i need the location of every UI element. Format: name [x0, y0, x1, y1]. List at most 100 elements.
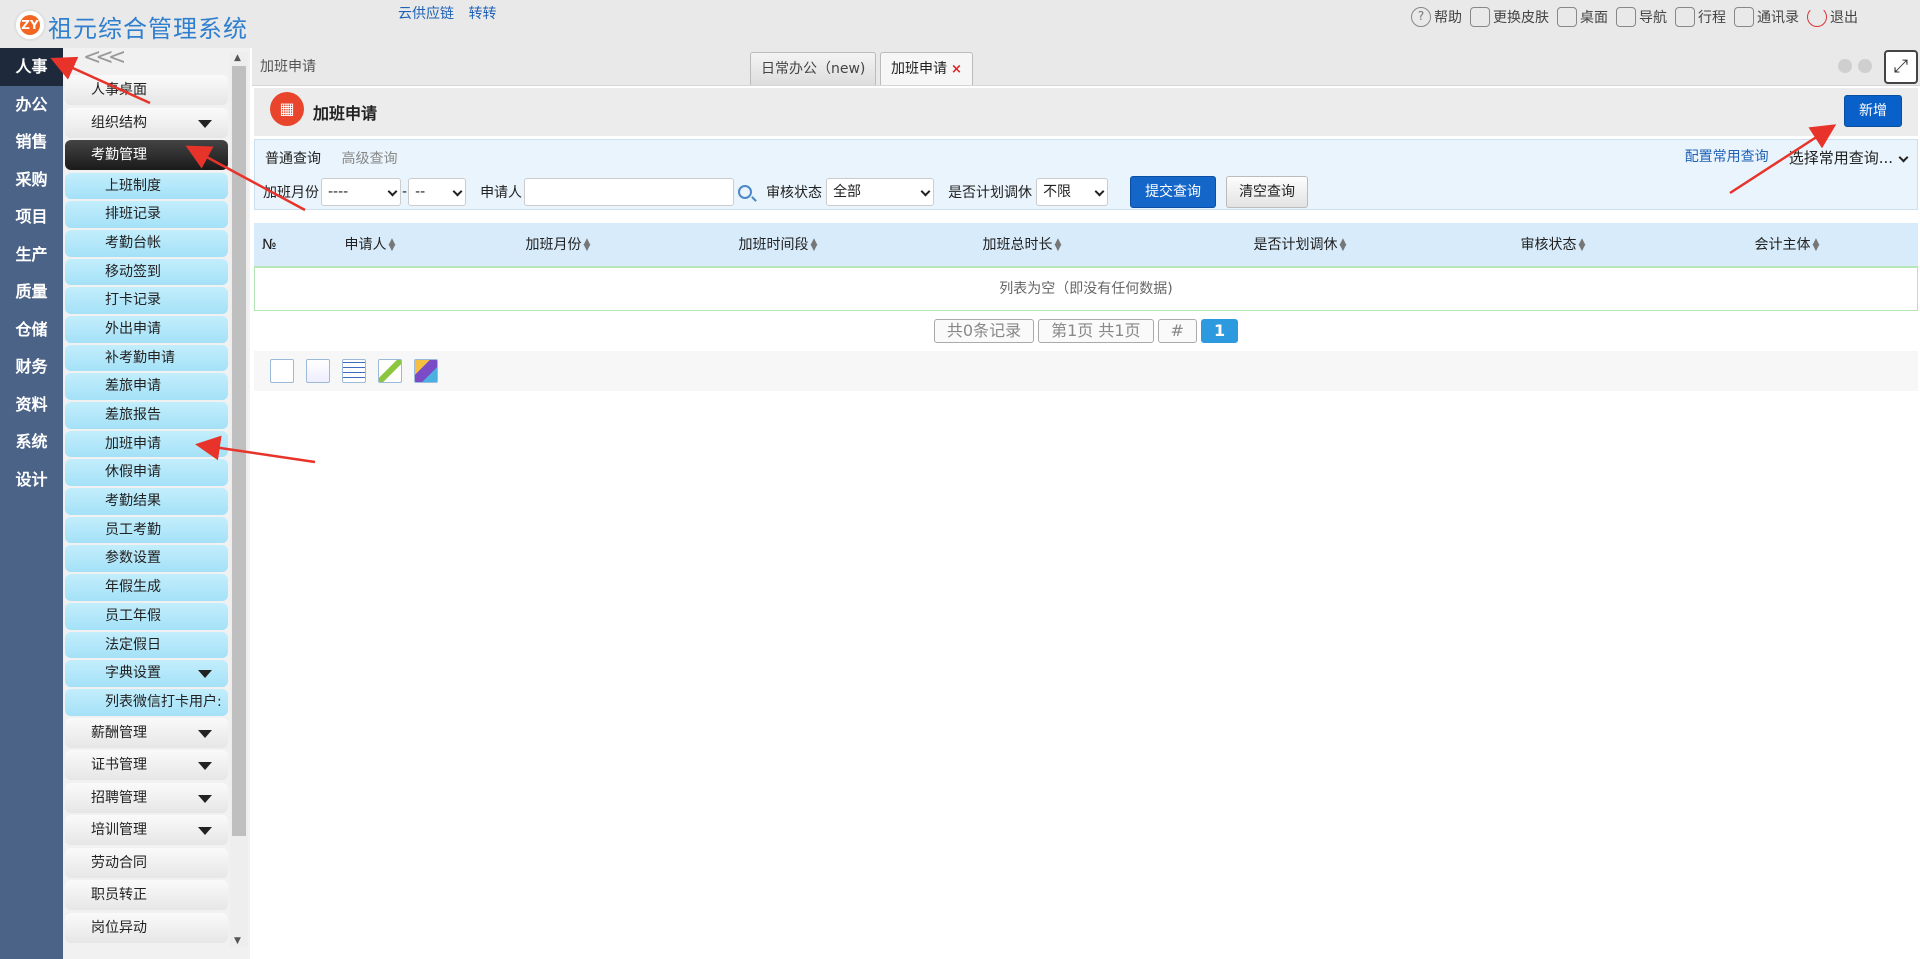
- scrollbar-thumb[interactable]: [232, 66, 246, 836]
- sidebar-menu-item[interactable]: 考勤管理: [65, 140, 228, 170]
- sidebar-menu-item[interactable]: 招聘管理: [65, 782, 228, 813]
- sidebar-menu-item[interactable]: 上班制度: [65, 172, 228, 200]
- sidebar-menu-item[interactable]: 年假生成: [65, 574, 228, 601]
- tab-daily-office[interactable]: 日常办公（new): [750, 52, 877, 85]
- sidebar-menu-item[interactable]: 岗位异动: [65, 912, 228, 943]
- sidebar-menu-item[interactable]: 排班记录: [65, 201, 228, 228]
- search-icon[interactable]: [738, 185, 753, 199]
- col-status[interactable]: 审核状态 ▲ ▼: [1450, 223, 1656, 266]
- rail-item-hr[interactable]: 人事: [0, 48, 63, 86]
- close-tab-icon[interactable]: ×: [951, 62, 962, 77]
- rail-item-production[interactable]: 生产: [0, 236, 63, 274]
- status-select[interactable]: 全部: [826, 178, 935, 206]
- rail-item-warehouse[interactable]: 仓储: [0, 311, 63, 349]
- pager-jump[interactable]: #: [1157, 319, 1197, 343]
- blank-page-icon[interactable]: [306, 359, 330, 383]
- table-icon[interactable]: [342, 359, 366, 383]
- link-cloud-supply[interactable]: 云供应链: [398, 6, 454, 22]
- rail-item-quality[interactable]: 质量: [0, 273, 63, 311]
- sidebar-menu-item[interactable]: 证书管理: [65, 750, 228, 781]
- submit-query-button[interactable]: 提交查询: [1130, 176, 1217, 208]
- rail-item-finance[interactable]: 财务: [0, 348, 63, 386]
- applicant-input[interactable]: [524, 178, 735, 206]
- select-all-icon[interactable]: [270, 359, 294, 383]
- sidebar-menu-item[interactable]: 补考勤申请: [65, 344, 228, 372]
- help-button[interactable]: ? 帮助: [1411, 7, 1462, 27]
- sidebar-menu-item[interactable]: 考勤台帐: [65, 229, 228, 257]
- col-month[interactable]: 加班月份 ▲ ▼: [454, 223, 662, 266]
- col-applicant[interactable]: 申请人 ▲ ▼: [286, 223, 454, 266]
- puzzle-icon[interactable]: [414, 359, 438, 383]
- rail-item-design[interactable]: 设计: [0, 461, 63, 499]
- col-entity[interactable]: 会计主体 ▲ ▼: [1656, 223, 1918, 266]
- col-time-range[interactable]: 加班时间段 ▲ ▼: [662, 223, 894, 266]
- rail-item-office[interactable]: 办公: [0, 86, 63, 124]
- config-query-link[interactable]: 配置常用查询: [1685, 146, 1769, 166]
- edit-icon[interactable]: [378, 359, 402, 383]
- caret-down-icon[interactable]: [198, 729, 212, 738]
- tab-overtime-request[interactable]: 加班申请 ×: [880, 52, 973, 85]
- tab-next-icon[interactable]: [1858, 59, 1872, 73]
- sidebar-menu-item[interactable]: 加班申请: [65, 430, 228, 458]
- sidebar-menu-item[interactable]: 参数设置: [65, 545, 228, 573]
- sidebar-menu-item[interactable]: 职员转正: [65, 880, 228, 911]
- sidebar-menu-item[interactable]: 劳动合同: [65, 847, 228, 878]
- planned-select[interactable]: 不限: [1036, 178, 1109, 206]
- scroll-down-icon[interactable]: ▼: [234, 936, 241, 946]
- add-button[interactable]: 新增: [1844, 95, 1902, 127]
- caret-down-icon[interactable]: [198, 670, 212, 679]
- logout-button[interactable]: 退出: [1807, 7, 1858, 27]
- month-year-select[interactable]: ----: [321, 178, 401, 206]
- caret-down-icon[interactable]: [198, 794, 212, 803]
- tab-advanced-query[interactable]: 高级查询: [341, 151, 397, 167]
- sidebar-menu-item[interactable]: 休假申请: [65, 459, 228, 487]
- rail-item-system[interactable]: 系统: [0, 423, 63, 461]
- sidebar-menu-item[interactable]: 薪酬管理: [65, 717, 228, 748]
- sidebar-menu-item[interactable]: 考勤结果: [65, 488, 228, 515]
- link-zhuanzhuan[interactable]: 转转: [468, 6, 496, 22]
- rail-item-purchase[interactable]: 采购: [0, 161, 63, 199]
- sidebar-menu-item[interactable]: 移动签到: [65, 258, 228, 286]
- col-planned-leave[interactable]: 是否计划调休 ▲ ▼: [1150, 223, 1450, 266]
- saved-query-select[interactable]: 选择常用查询...: [1783, 145, 1911, 167]
- top-header: ZY 祖元综合管理系统 云供应链 转转 ? 帮助 更换皮肤 桌面 导航 行程 通讯…: [0, 0, 1920, 48]
- month-month-select[interactable]: --: [408, 178, 467, 206]
- schedule-button[interactable]: 行程: [1675, 7, 1726, 27]
- tab-bar: 加班申请 日常办公（new) 加班申请 × ⤢: [252, 48, 1920, 248]
- caret-down-icon[interactable]: [198, 827, 212, 836]
- desktop-button[interactable]: 桌面: [1557, 7, 1608, 27]
- rail-item-sales[interactable]: 销售: [0, 123, 63, 161]
- rail-item-project[interactable]: 项目: [0, 198, 63, 236]
- sidebar-scrollbar[interactable]: ▲ ▼: [230, 52, 248, 947]
- sidebar-menu-item[interactable]: 列表微信打卡用户:: [65, 688, 228, 716]
- grid-header: № 申请人 ▲ ▼ 加班月份 ▲ ▼ 加班时间段 ▲ ▼ 加班总时长 ▲ ▼ 是否计划调休 ▲ ▼ …: [254, 223, 1918, 267]
- sidebar-menu-item[interactable]: 打卡记录: [65, 287, 228, 314]
- sidebar-menu-item[interactable]: 字典设置: [65, 660, 228, 687]
- navigation-button[interactable]: 导航: [1616, 7, 1667, 27]
- col-label: 加班总时长: [982, 237, 1053, 253]
- menu-item-label: 列表微信打卡用户:: [105, 693, 222, 710]
- sidebar-menu-item[interactable]: 组织结构: [65, 107, 228, 138]
- scroll-up-icon[interactable]: ▲: [234, 53, 241, 63]
- tab-normal-query[interactable]: 普通查询: [265, 151, 321, 167]
- caret-down-icon[interactable]: [198, 762, 212, 771]
- caret-down-icon[interactable]: [198, 119, 212, 128]
- sidebar-menu-item[interactable]: 培训管理: [65, 815, 228, 846]
- sidebar-menu-item[interactable]: 员工年假: [65, 602, 228, 630]
- sidebar-menu-item[interactable]: 员工考勤: [65, 516, 228, 544]
- tab-prev-icon[interactable]: [1838, 59, 1852, 73]
- col-total-hours[interactable]: 加班总时长 ▲ ▼: [894, 223, 1150, 266]
- clear-query-button[interactable]: 清空查询: [1226, 176, 1309, 208]
- rail-item-data[interactable]: 资料: [0, 386, 63, 424]
- contacts-button[interactable]: 通讯录: [1734, 7, 1799, 27]
- sidebar-menu-item[interactable]: 差旅申请: [65, 373, 228, 400]
- sidebar-menu-item[interactable]: 法定假日: [65, 631, 228, 659]
- pager-current-page[interactable]: 1: [1200, 319, 1239, 343]
- sidebar-menu-item[interactable]: 人事桌面: [65, 75, 228, 105]
- sidebar-menu-item[interactable]: 差旅报告: [65, 402, 228, 429]
- change-skin-button[interactable]: 更换皮肤: [1470, 7, 1549, 27]
- fullscreen-icon[interactable]: ⤢: [1884, 50, 1918, 84]
- menu-item-label: 考勤结果: [105, 493, 161, 510]
- planned-label: 是否计划调休: [948, 185, 1033, 201]
- sidebar-menu-item[interactable]: 外出申请: [65, 315, 228, 343]
